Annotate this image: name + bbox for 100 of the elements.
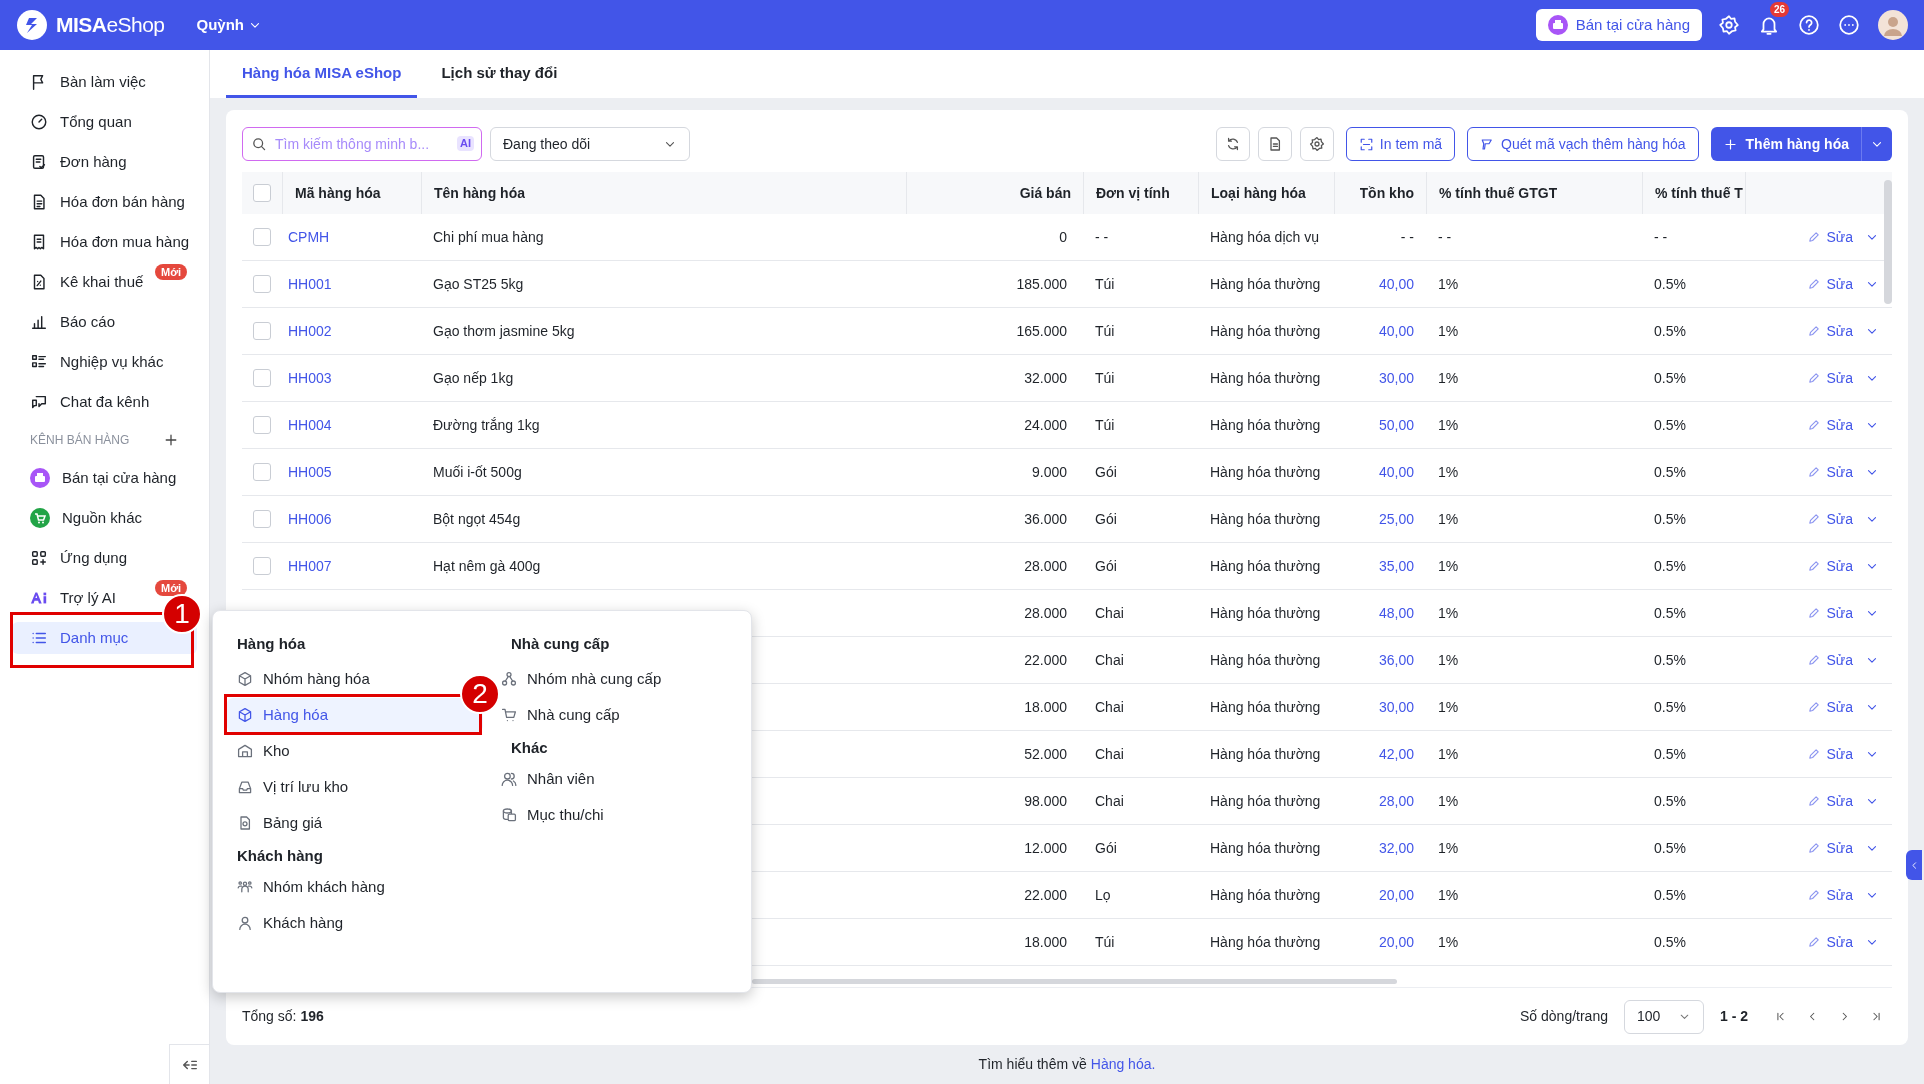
table-cell: Hàng hóa thường (1210, 275, 1321, 292)
stock-link[interactable]: 30,00 (1378, 698, 1414, 715)
sidebar-item[interactable]: Chat đa kênh (12, 391, 168, 413)
checkbox[interactable] (253, 557, 271, 575)
stock-link[interactable]: 40,00 (1378, 463, 1414, 480)
checkbox[interactable] (253, 322, 271, 340)
stock-link[interactable]: 20,00 (1378, 886, 1414, 903)
stock-link[interactable]: 48,00 (1378, 604, 1414, 621)
product-code-link[interactable]: HH005 (288, 463, 332, 480)
edit-button[interactable]: Sửa (1806, 414, 1853, 436)
sidebar-item[interactable]: Nghiệp vụ khác (12, 351, 182, 373)
sidebar-item[interactable]: Đơn hàng (12, 151, 145, 173)
page-size-dropdown[interactable]: 100 (1624, 999, 1704, 1034)
edit-button[interactable]: Sửa (1806, 320, 1853, 342)
filter-dropdown[interactable]: Đang theo dõi (490, 127, 690, 161)
stock-link[interactable]: 30,00 (1378, 369, 1414, 386)
stock-link[interactable]: 35,00 (1378, 557, 1414, 574)
toolbar-button[interactable]: In tem mã (1345, 127, 1456, 161)
table-cell: Hàng hóa thường (1210, 510, 1321, 527)
side-panel-toggle[interactable] (1906, 850, 1922, 880)
menu-item[interactable]: Nhà cung cấp (501, 703, 620, 727)
menu-item[interactable]: Nhân viên (501, 767, 595, 791)
menu-item[interactable]: Nhóm nhà cung cấp (501, 667, 662, 691)
checkbox[interactable] (253, 184, 271, 202)
edit-button[interactable]: Sửa (1806, 649, 1853, 671)
store-button[interactable]: Bán tại cửa hàng (1535, 9, 1702, 41)
edit-button[interactable]: Sửa (1806, 555, 1853, 577)
stock-link[interactable]: 40,00 (1378, 322, 1414, 339)
checkbox[interactable] (253, 416, 271, 434)
edit-button[interactable]: Sửa (1806, 743, 1853, 765)
product-code-link[interactable]: HH006 (288, 510, 332, 527)
settings-button[interactable] (1299, 127, 1334, 161)
collapse-sidebar-button[interactable] (169, 1044, 209, 1084)
add-channel-button[interactable] (163, 432, 179, 448)
help-icon (1798, 14, 1820, 36)
product-code-link[interactable]: CPMH (288, 228, 330, 245)
more-button[interactable] (1838, 14, 1860, 36)
edit-button[interactable]: Sửa (1806, 931, 1853, 953)
sidebar-item[interactable]: Hóa đơn mua hàng (12, 231, 208, 253)
table-cell: 18.000 (1024, 698, 1067, 715)
product-code-link[interactable]: HH004 (288, 416, 332, 433)
stock-link[interactable]: 50,00 (1378, 416, 1414, 433)
tab[interactable]: Lịch sử thay đổi (425, 52, 574, 98)
export-button[interactable] (1257, 127, 1292, 161)
table-cell: 32.000 (1024, 369, 1067, 386)
sidebar-item[interactable]: Bán tại cửa hàng (12, 467, 195, 489)
table-cell: 0.5% (1654, 651, 1686, 668)
sidebar-item[interactable]: Danh mục (12, 622, 197, 654)
menu-item[interactable]: Kho (227, 739, 300, 763)
tab[interactable]: Hàng hóa MISA eShop (226, 52, 418, 98)
refresh-button[interactable] (1215, 127, 1250, 161)
sidebar-item[interactable]: Tổng quan (12, 111, 150, 133)
sidebar-item[interactable]: Nguồn khác (12, 507, 161, 529)
pencil-icon (1806, 230, 1821, 244)
product-code-link[interactable]: HH007 (288, 557, 332, 574)
stock-link[interactable]: 28,00 (1378, 792, 1414, 809)
gauge-icon (30, 113, 48, 131)
checkbox[interactable] (253, 510, 271, 528)
user-dropdown[interactable]: Quỳnh (196, 13, 262, 37)
stock-link[interactable]: 42,00 (1378, 745, 1414, 762)
product-code-link[interactable]: HH001 (288, 275, 332, 292)
menu-item[interactable]: Khách hàng (227, 911, 354, 935)
sidebar-item[interactable]: Trợ lý AI (12, 587, 134, 609)
avatar[interactable] (1878, 10, 1908, 40)
stock-link[interactable]: 36,00 (1378, 651, 1414, 668)
edit-button[interactable]: Sửa (1806, 461, 1853, 483)
edit-button[interactable]: Sửa (1806, 226, 1853, 248)
help-button[interactable] (1798, 14, 1820, 36)
checkbox[interactable] (253, 275, 271, 293)
checkbox[interactable] (253, 463, 271, 481)
product-code-link[interactable]: HH002 (288, 322, 332, 339)
sidebar-item[interactable]: Ứng dụng (12, 547, 146, 569)
edit-button[interactable]: Sửa (1806, 837, 1853, 859)
checkbox[interactable] (253, 369, 271, 387)
sidebar-item[interactable]: Bàn làm việc (12, 71, 164, 93)
menu-item[interactable]: Vị trí lưu kho (227, 775, 359, 799)
edit-button[interactable]: Sửa (1806, 367, 1853, 389)
edit-button[interactable]: Sửa (1806, 884, 1853, 906)
edit-button[interactable]: Sửa (1806, 273, 1853, 295)
checkbox[interactable] (253, 228, 271, 246)
stock-link[interactable]: 25,00 (1378, 510, 1414, 527)
menu-item[interactable]: Nhóm khách hàng (227, 875, 395, 899)
stock-link[interactable]: 32,00 (1378, 839, 1414, 856)
toolbar-button[interactable]: Quét mã vạch thêm hàng hóa (1467, 127, 1699, 161)
product-code-link[interactable]: HH003 (288, 369, 332, 386)
vertical-scrollbar[interactable] (1884, 180, 1892, 304)
sidebar-item[interactable]: Báo cáo (12, 311, 134, 333)
menu-item[interactable]: Bảng giá (227, 811, 333, 835)
edit-button[interactable]: Sửa (1806, 696, 1853, 718)
menu-item[interactable]: Mục thu/chi (501, 803, 604, 827)
stock-link[interactable]: 40,00 (1378, 275, 1414, 292)
stock-link[interactable]: 20,00 (1378, 933, 1414, 950)
help-link[interactable]: Hàng hóa. (1090, 1053, 1156, 1075)
edit-button[interactable]: Sửa (1806, 790, 1853, 812)
edit-button[interactable]: Sửa (1806, 602, 1853, 624)
horizontal-scrollbar[interactable] (752, 978, 1397, 984)
edit-button[interactable]: Sửa (1806, 508, 1853, 530)
sidebar-item[interactable]: Hóa đơn bán hàng (12, 191, 203, 213)
menu-item[interactable]: Nhóm hàng hóa (227, 667, 380, 691)
table-cell: Hàng hóa thường (1210, 839, 1321, 856)
